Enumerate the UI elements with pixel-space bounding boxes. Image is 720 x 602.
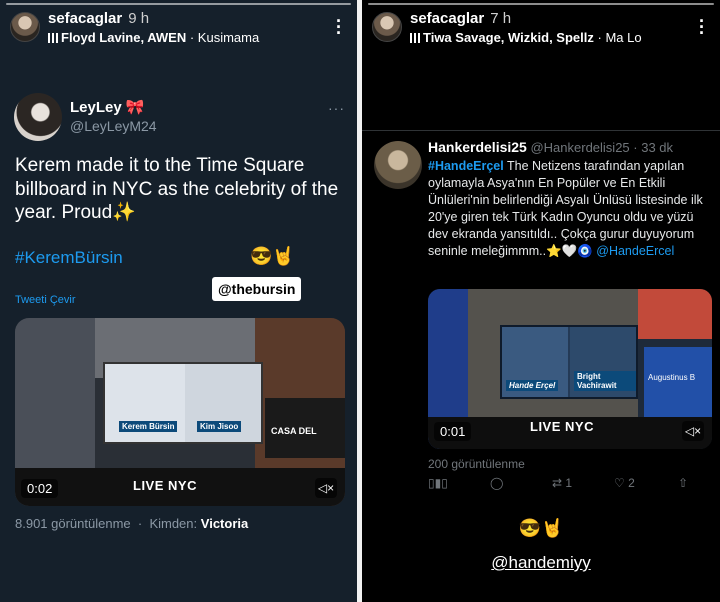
story-header: sefacaglar 7 h Tiwa Savage, Wizkid, Spell… (370, 8, 712, 48)
tweet-display-name[interactable]: Hankerdelisi25 (428, 139, 527, 155)
mention-sticker[interactable]: @handemiyy (362, 553, 720, 573)
music-bars-icon (48, 33, 58, 43)
music-track: Kusimama (197, 30, 260, 45)
mention-sticker[interactable]: @thebursin (212, 277, 302, 301)
tweet-text: #HandeErçel The Netizens tarafından yapı… (428, 158, 710, 260)
casa-sign-panel: CASA DEL (265, 398, 345, 458)
username-text[interactable]: sefacaglar (48, 10, 122, 27)
music-separator: · (189, 30, 195, 45)
story-right[interactable]: sefacaglar 7 h Tiwa Savage, Wizkid, Spell… (362, 0, 720, 602)
tweet-avatar[interactable] (14, 93, 62, 141)
building (638, 289, 712, 339)
tweet-handle[interactable]: @Hankerdelisi25 (530, 140, 629, 155)
heart-icon: ♡ (614, 476, 625, 490)
billboard: Hande Erçel Bright Vachirawit (500, 325, 638, 399)
story-username[interactable]: sefacaglar 9 h (48, 10, 149, 27)
retweet-count: 1 (565, 476, 573, 490)
retweet-button[interactable]: ⇄ 1 (552, 476, 572, 490)
name-emoji: 🎀 (125, 99, 145, 116)
story-time: 7 h (490, 10, 512, 27)
avatar[interactable] (372, 12, 402, 42)
avatar[interactable] (10, 12, 40, 42)
tweet-display-name[interactable]: LeyLey 🎀 (70, 98, 144, 116)
username-text[interactable]: sefacaglar (410, 10, 484, 27)
story-progress-bar (6, 3, 351, 5)
tweet-age: · 33 dk (633, 140, 674, 155)
tweet-actions: ▯▮▯ ◯ ⇄ 1 ♡ 2 ⇧ (428, 476, 708, 496)
tweet-header: Hankerdelisi25 @Hankerdelisi25 · 33 dk (428, 139, 673, 155)
tweet-text: Kerem made it to the Time Square billboa… (15, 155, 339, 223)
tweet-video[interactable]: Kerem Bürsin Kim Jisoo CASA DEL LIVE NYC… (15, 318, 345, 506)
from-value[interactable]: Victoria (201, 516, 248, 531)
music-separator: · (597, 30, 602, 45)
billboard-right-name: Bright Vachirawit (574, 371, 636, 391)
ab-sign: Augustinus B (648, 373, 696, 382)
billboard-left-name: Kerem Bürsin (119, 421, 178, 432)
analytics-icon[interactable]: ▯▮▯ (428, 476, 448, 490)
video-timestamp: 0:02 (21, 479, 59, 498)
live-nyc-sign: LIVE NYC (133, 478, 197, 493)
music-artists: Tiwa Savage, Wizkid, Spellz (423, 30, 594, 45)
like-button[interactable]: ♡ 2 (614, 476, 635, 490)
tweet-handle[interactable]: @LeyLeyM24 (70, 118, 157, 134)
tweet-views: 200 görüntülenme (428, 457, 525, 471)
retweet-icon: ⇄ (552, 476, 563, 490)
music-track: Ma Lo (605, 30, 642, 45)
translate-link[interactable]: Tweeti Çevir (15, 294, 76, 306)
mute-icon[interactable]: ◁× (682, 421, 704, 441)
tweet-hashtag[interactable]: #KeremBürsin (15, 248, 123, 268)
story-left[interactable]: sefacaglar 9 h Floyd Lavine, AWEN · Kusim… (0, 0, 357, 602)
more-options-icon[interactable]: · · · (698, 12, 706, 42)
tweet-hashtag[interactable]: #HandeErçel (428, 159, 504, 173)
video-timestamp: 0:01 (434, 422, 472, 441)
ab-sign-panel: Augustinus B (644, 347, 712, 419)
tweet-video[interactable]: Hande Erçel Bright Vachirawit Augustinus… (428, 289, 712, 449)
music-artists: Floyd Lavine, AWEN (61, 30, 187, 45)
billboard-left-name: Hande Erçel (506, 380, 559, 391)
music-info[interactable]: Tiwa Savage, Wizkid, Spellz · Ma Lo (410, 30, 642, 45)
more-options-icon[interactable]: · · · (335, 12, 343, 42)
tweet-more-icon[interactable]: ··· (328, 100, 345, 116)
story-header: sefacaglar 9 h Floyd Lavine, AWEN · Kusim… (8, 8, 349, 48)
music-info[interactable]: Floyd Lavine, AWEN · Kusimama (48, 30, 259, 45)
sunglasses-rock-emoji-sticker: 😎🤘 (518, 518, 564, 538)
display-name-text: LeyLey (70, 99, 122, 116)
music-bars-icon (410, 33, 420, 43)
sunglasses-rock-emoji-sticker: 😎🤘 (250, 246, 295, 266)
share-icon[interactable]: ⇧ (678, 476, 688, 490)
mute-icon[interactable]: ◁× (315, 478, 337, 498)
story-progress-bar (368, 3, 714, 5)
times-square-scene: Kerem Bürsin Kim Jisoo CASA DEL LIVE NYC (15, 318, 345, 506)
tweet-avatar[interactable] (374, 141, 422, 189)
like-count: 2 (628, 476, 635, 490)
billboard: Kerem Bürsin Kim Jisoo (103, 362, 263, 444)
billboard-right-name: Kim Jisoo (197, 421, 242, 432)
live-nyc-sign: LIVE NYC (530, 419, 594, 434)
story-time: 9 h (128, 10, 150, 27)
views-count: 8.901 görüntülenme (15, 516, 131, 531)
embedded-tweet[interactable]: LeyLey 🎀 @LeyLeyM24 ··· Kerem made it to … (0, 78, 357, 548)
casa-sign: CASA DEL (271, 426, 317, 436)
story-username[interactable]: sefacaglar 7 h (410, 10, 511, 27)
reply-icon[interactable]: ◯ (490, 476, 503, 490)
tweet-views: 8.901 görüntülenme · Kimden: Victoria (15, 516, 249, 531)
embedded-tweet[interactable]: Hankerdelisi25 @Hankerdelisi25 · 33 dk #… (362, 130, 720, 500)
tweet-mention[interactable]: @HandeErcel (596, 244, 674, 258)
from-label: Kimden: (149, 516, 198, 531)
